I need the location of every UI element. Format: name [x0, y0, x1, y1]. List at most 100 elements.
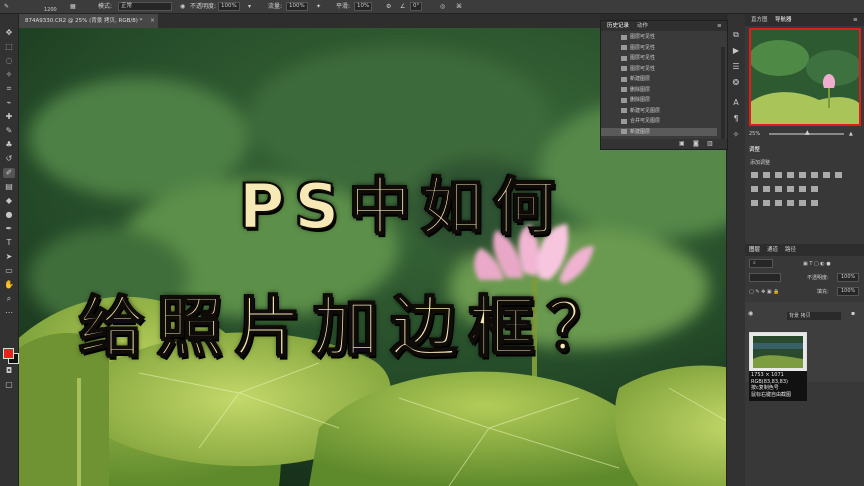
zoom-in-icon[interactable]: ▲	[849, 128, 853, 140]
pen-tool-icon[interactable]: ✒	[3, 224, 15, 234]
history-item[interactable]: 图层可见性	[601, 65, 717, 73]
opacity-dropdown-icon[interactable]: ▾	[248, 0, 251, 13]
dodge-tool-icon[interactable]: ●	[3, 210, 15, 220]
quick-select-tool-icon[interactable]: ✧	[3, 70, 15, 80]
history-item[interactable]: 删除图层	[601, 96, 717, 104]
pressure-opacity-icon[interactable]: ◉	[180, 0, 185, 13]
history-panel-icon[interactable]: ⧉	[730, 30, 742, 40]
blend-mode-select[interactable]	[749, 273, 781, 282]
tab-layers[interactable]: 图层	[749, 244, 760, 256]
tab-navigator[interactable]: 导航器	[775, 14, 792, 26]
tab-actions[interactable]: 动作	[637, 21, 648, 31]
airbrush-icon[interactable]: ✦	[316, 0, 321, 13]
tab-paths[interactable]: 路径	[785, 244, 796, 256]
adjustment-icon[interactable]	[763, 172, 770, 178]
tab-channels[interactable]: 通道	[767, 244, 778, 256]
foreground-color-swatch[interactable]	[3, 348, 14, 359]
camera-icon[interactable]: ◙	[693, 139, 699, 149]
adjustment-icon[interactable]	[799, 200, 806, 206]
filter-icons[interactable]: ▣ T ▢ ◐ ●	[803, 258, 831, 270]
adjustment-icon[interactable]	[835, 172, 842, 178]
history-item[interactable]: 合并可见图层	[601, 117, 717, 125]
lock-icons[interactable]: ▢ ✎ ✥ ▣ 🔒	[749, 286, 779, 298]
tab-history[interactable]: 历史记录	[607, 21, 629, 31]
lasso-tool-icon[interactable]: ◌	[3, 56, 15, 66]
zoom-tool-icon[interactable]: ⌕	[3, 294, 15, 304]
gear-icon[interactable]: ⚙	[386, 0, 391, 13]
layer-thumbnail[interactable]	[749, 332, 807, 372]
rectangle-tool-icon[interactable]: ▭	[3, 266, 15, 276]
document-tab[interactable]: 874A9330.CR2 @ 25% (背景 拷贝, RGB/8) *	[18, 14, 158, 28]
mode-select[interactable]: 正常	[118, 2, 172, 11]
visibility-eye-icon[interactable]: ◉	[748, 310, 753, 317]
history-item[interactable]: 新建可见图层	[601, 107, 717, 115]
adjustment-icon[interactable]	[811, 200, 818, 206]
blur-tool-icon[interactable]: ◆	[3, 196, 15, 206]
adjustment-icon[interactable]	[787, 172, 794, 178]
history-item[interactable]: 新建图层	[601, 127, 717, 136]
layer-filter-select[interactable]: ⌕	[749, 259, 773, 268]
adjustment-icon[interactable]	[787, 186, 794, 192]
layer-opacity-field[interactable]: 100%	[837, 273, 860, 282]
adjustment-icon[interactable]	[811, 186, 818, 192]
quick-mask-icon[interactable]: ◘	[3, 366, 15, 376]
adjustment-icon[interactable]	[763, 200, 770, 206]
new-document-icon[interactable]: ▣	[679, 139, 685, 149]
history-item[interactable]: 新建图层	[601, 75, 717, 83]
paragraph-icon[interactable]: ¶	[730, 114, 742, 124]
adjustment-icon[interactable]	[787, 200, 794, 206]
glyph-icon[interactable]: ✧	[730, 130, 742, 140]
character-icon[interactable]: A	[730, 98, 742, 108]
opacity-field[interactable]: 100%	[218, 2, 240, 11]
screen-mode-icon[interactable]: ▢	[3, 380, 15, 390]
eyedropper-tool-icon[interactable]: ⌁	[3, 98, 15, 108]
hand-tool-icon[interactable]: ✋	[3, 280, 15, 290]
move-tool-icon[interactable]: ✥	[3, 28, 15, 38]
play-action-icon[interactable]: ▶	[730, 46, 742, 56]
history-item[interactable]: 图层可见性	[601, 44, 717, 52]
brush-panel-icon[interactable]: ▦	[70, 0, 76, 13]
adjustment-icon[interactable]	[751, 200, 758, 206]
history-brush-tool-icon[interactable]: ↺	[3, 154, 15, 164]
adjustment-icon[interactable]	[775, 186, 782, 192]
more-tools-icon[interactable]: ⋯	[3, 308, 15, 318]
type-tool-icon[interactable]: T	[3, 238, 15, 248]
history-item[interactable]: 删除图层	[601, 86, 717, 94]
path-select-tool-icon[interactable]: ➤	[3, 252, 15, 262]
brush-tool-icon[interactable]: ✎	[3, 126, 15, 136]
close-icon[interactable]: ×	[150, 14, 155, 28]
history-item[interactable]: 图层可见性	[601, 54, 717, 62]
adjustment-icon[interactable]	[775, 200, 782, 206]
layer-name[interactable]: 背景 拷贝	[787, 312, 841, 320]
adjustment-icon[interactable]	[763, 186, 770, 192]
tab-adjustments[interactable]: 调整	[749, 144, 760, 156]
flow-field[interactable]: 100%	[286, 2, 308, 11]
adjustment-icon[interactable]	[799, 172, 806, 178]
healing-brush-tool-icon[interactable]: ✚	[3, 112, 15, 122]
history-item[interactable]: 图层可见性	[601, 33, 717, 41]
panel-menu-icon[interactable]: ≡	[717, 21, 722, 31]
pressure-size-icon[interactable]: ◎	[440, 0, 445, 13]
adjustment-icon[interactable]	[823, 172, 830, 178]
eraser-tool-icon[interactable]: ✐	[3, 168, 15, 178]
tab-histogram[interactable]: 直方图	[751, 14, 768, 26]
navigator-thumbnail[interactable]	[749, 28, 861, 126]
crop-tool-icon[interactable]: ⌗	[3, 84, 15, 94]
marquee-tool-icon[interactable]: ⬚	[3, 42, 15, 52]
zoom-slider-handle[interactable]: ▲	[805, 130, 810, 136]
adjustment-icon[interactable]	[775, 172, 782, 178]
adjustment-icon[interactable]	[751, 172, 758, 178]
symmetry-icon[interactable]: ⌘	[456, 0, 462, 13]
fill-field[interactable]: 100%	[837, 287, 860, 296]
clone-stamp-tool-icon[interactable]: ♣	[3, 140, 15, 150]
adjustment-icon[interactable]	[799, 186, 806, 192]
gradient-tool-icon[interactable]: ▤	[3, 182, 15, 192]
smoothing-field[interactable]: 10%	[354, 2, 373, 11]
history-scrollbar[interactable]	[721, 47, 725, 139]
properties-icon[interactable]: ☰	[730, 62, 742, 72]
adjustment-icon[interactable]	[811, 172, 818, 178]
adjustment-icon[interactable]	[751, 186, 758, 192]
trash-icon[interactable]: ▥	[707, 139, 713, 149]
brush-settings-icon[interactable]: ❂	[730, 78, 742, 88]
panel-menu-icon[interactable]: ≡	[853, 14, 858, 26]
